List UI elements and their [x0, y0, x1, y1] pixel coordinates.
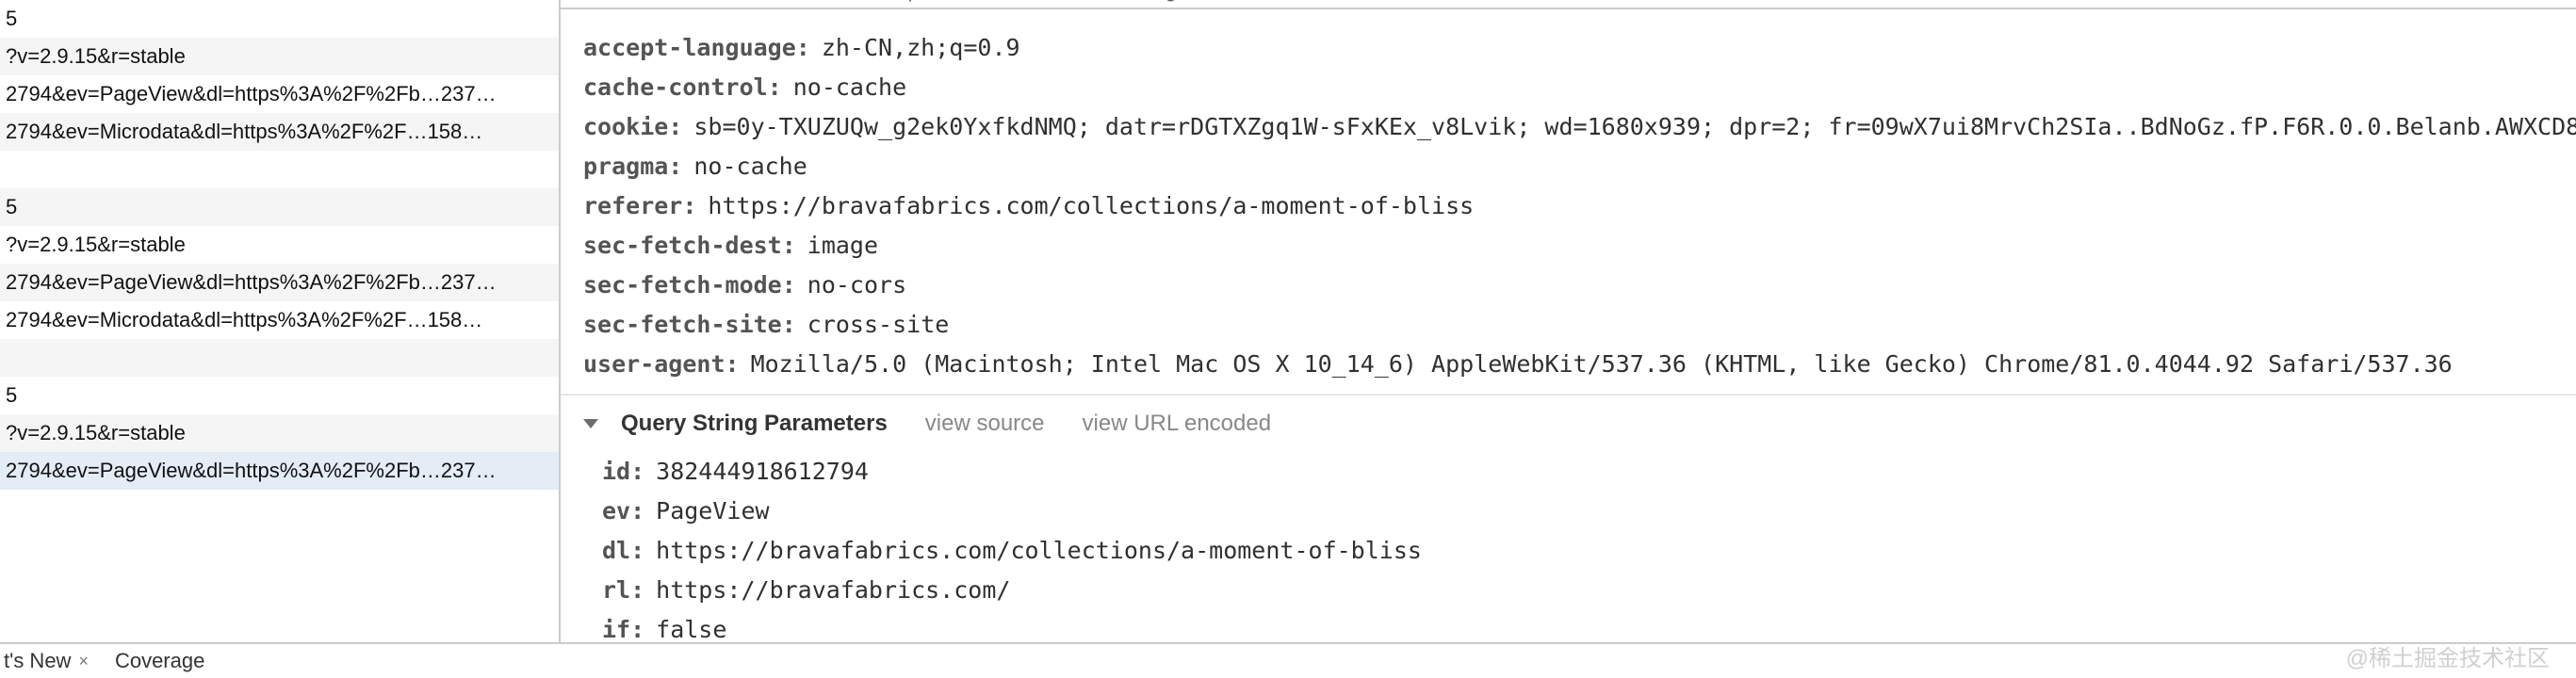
query-value: https://bravafabrics.com/collections/a-m…	[656, 531, 1422, 571]
header-key: sec-fetch-site:	[583, 305, 796, 345]
header-value: zh-CN,zh;q=0.9	[822, 28, 1020, 68]
tab-cookies[interactable]: Cookies	[1218, 0, 1293, 1]
request-row[interactable]: 2794&ev=PageView&dl=https%3A%2F%2Fb…237…	[0, 452, 559, 490]
drawer-tab-coverage[interactable]: Coverage	[115, 649, 204, 673]
query-key: dl:	[602, 531, 644, 571]
request-row[interactable]: 2794&ev=Microdata&dl=https%3A%2F%2F…158…	[0, 113, 559, 151]
request-row[interactable]	[0, 151, 559, 188]
view-url-encoded-link[interactable]: view URL encoded	[1083, 411, 1272, 437]
network-requests-panel: 5 ?v=2.9.15&r=stable 2794&ev=PageView&dl…	[0, 0, 561, 678]
request-row[interactable]: ?v=2.9.15&r=stable	[0, 226, 559, 264]
tab-preview[interactable]: Preview	[756, 0, 829, 1]
drawer-tab-label: Coverage	[115, 649, 204, 673]
header-value: no-cache	[693, 147, 807, 186]
request-row[interactable]: 5	[0, 188, 559, 226]
query-key: id:	[602, 452, 644, 492]
header-key: referer:	[583, 186, 696, 226]
view-source-link[interactable]: view source	[925, 411, 1045, 437]
close-icon[interactable]: ×	[78, 652, 89, 671]
query-value: PageView	[656, 492, 769, 531]
header-row: user-agent: Mozilla/5.0 (Macintosh; Inte…	[583, 345, 2576, 384]
request-row[interactable]: 5	[0, 0, 559, 38]
tab-response[interactable]: Response	[871, 0, 964, 1]
header-key: cache-control:	[583, 68, 782, 107]
tab-headers[interactable]: Headers	[636, 0, 714, 1]
header-value: cross-site	[807, 305, 950, 345]
header-value: image	[807, 226, 878, 266]
tab-initiator[interactable]: Initiator	[1005, 0, 1073, 1]
header-key: sec-fetch-mode:	[583, 266, 796, 305]
tab-timing[interactable]: Timing	[1116, 0, 1177, 1]
request-row[interactable]: 5	[0, 377, 559, 414]
header-row: referer: https://bravafabrics.com/collec…	[583, 186, 2576, 226]
header-key: pragma:	[583, 147, 682, 186]
section-title: Query String Parameters	[621, 411, 888, 437]
query-param-row: rl: https://bravafabrics.com/	[602, 571, 2576, 610]
request-row[interactable]	[0, 339, 559, 377]
header-row: cookie: sb=0y-TXUZUQw_g2ek0YxfkdNMQ; dat…	[583, 107, 2576, 147]
query-param-row: ev: PageView	[602, 492, 2576, 531]
header-value: https://bravafabrics.com/collections/a-m…	[708, 186, 1474, 226]
header-value: sb=0y-TXUZUQw_g2ek0YxfkdNMQ; datr=rDGTXZ…	[693, 107, 2576, 147]
drawer-tab-label: t's New	[4, 649, 71, 673]
header-row: sec-fetch-dest: image	[583, 226, 2576, 266]
header-row: sec-fetch-site: cross-site	[583, 305, 2576, 345]
drawer-bar: t's New × Coverage	[0, 642, 2576, 678]
header-value: no-cors	[807, 266, 906, 305]
header-key: accept-language:	[583, 28, 810, 68]
query-key: ev:	[602, 492, 644, 531]
query-param-row: id: 382444918612794	[602, 452, 2576, 492]
headers-scroll-area[interactable]: accept-language: zh-CN,zh;q=0.9 cache-co…	[561, 9, 2576, 678]
query-key: rl:	[602, 571, 644, 610]
query-string-section: Query String Parameters view source view…	[561, 394, 2576, 650]
request-row[interactable]: 2794&ev=PageView&dl=https%3A%2F%2Fb…237…	[0, 75, 559, 113]
query-value: 382444918612794	[656, 452, 869, 492]
header-key: sec-fetch-dest:	[583, 226, 796, 266]
request-row[interactable]: 2794&ev=PageView&dl=https%3A%2F%2Fb…237…	[0, 264, 559, 301]
query-param-row: dl: https://bravafabrics.com/collections…	[602, 531, 2576, 571]
request-row[interactable]: ?v=2.9.15&r=stable	[0, 38, 559, 75]
drawer-tab-whats-new[interactable]: t's New ×	[4, 649, 89, 673]
header-row: sec-fetch-mode: no-cors	[583, 266, 2576, 305]
details-tabs: Headers Preview Response Initiator Timin…	[561, 0, 2576, 9]
header-row: cache-control: no-cache	[583, 68, 2576, 107]
request-details-panel: Headers Preview Response Initiator Timin…	[561, 0, 2576, 678]
header-key: user-agent:	[583, 345, 740, 384]
caret-down-icon[interactable]	[583, 419, 598, 428]
header-key: cookie:	[583, 107, 682, 147]
header-value: no-cache	[793, 68, 906, 107]
query-value: https://bravafabrics.com/	[656, 571, 1010, 610]
header-value: Mozilla/5.0 (Macintosh; Intel Mac OS X 1…	[751, 345, 2453, 384]
request-row[interactable]: ?v=2.9.15&r=stable	[0, 414, 559, 452]
request-row[interactable]: 2794&ev=Microdata&dl=https%3A%2F%2F…158…	[0, 301, 559, 339]
header-row: pragma: no-cache	[583, 147, 2576, 186]
header-row: accept-language: zh-CN,zh;q=0.9	[583, 28, 2576, 68]
requests-list: 5 ?v=2.9.15&r=stable 2794&ev=PageView&dl…	[0, 0, 559, 646]
